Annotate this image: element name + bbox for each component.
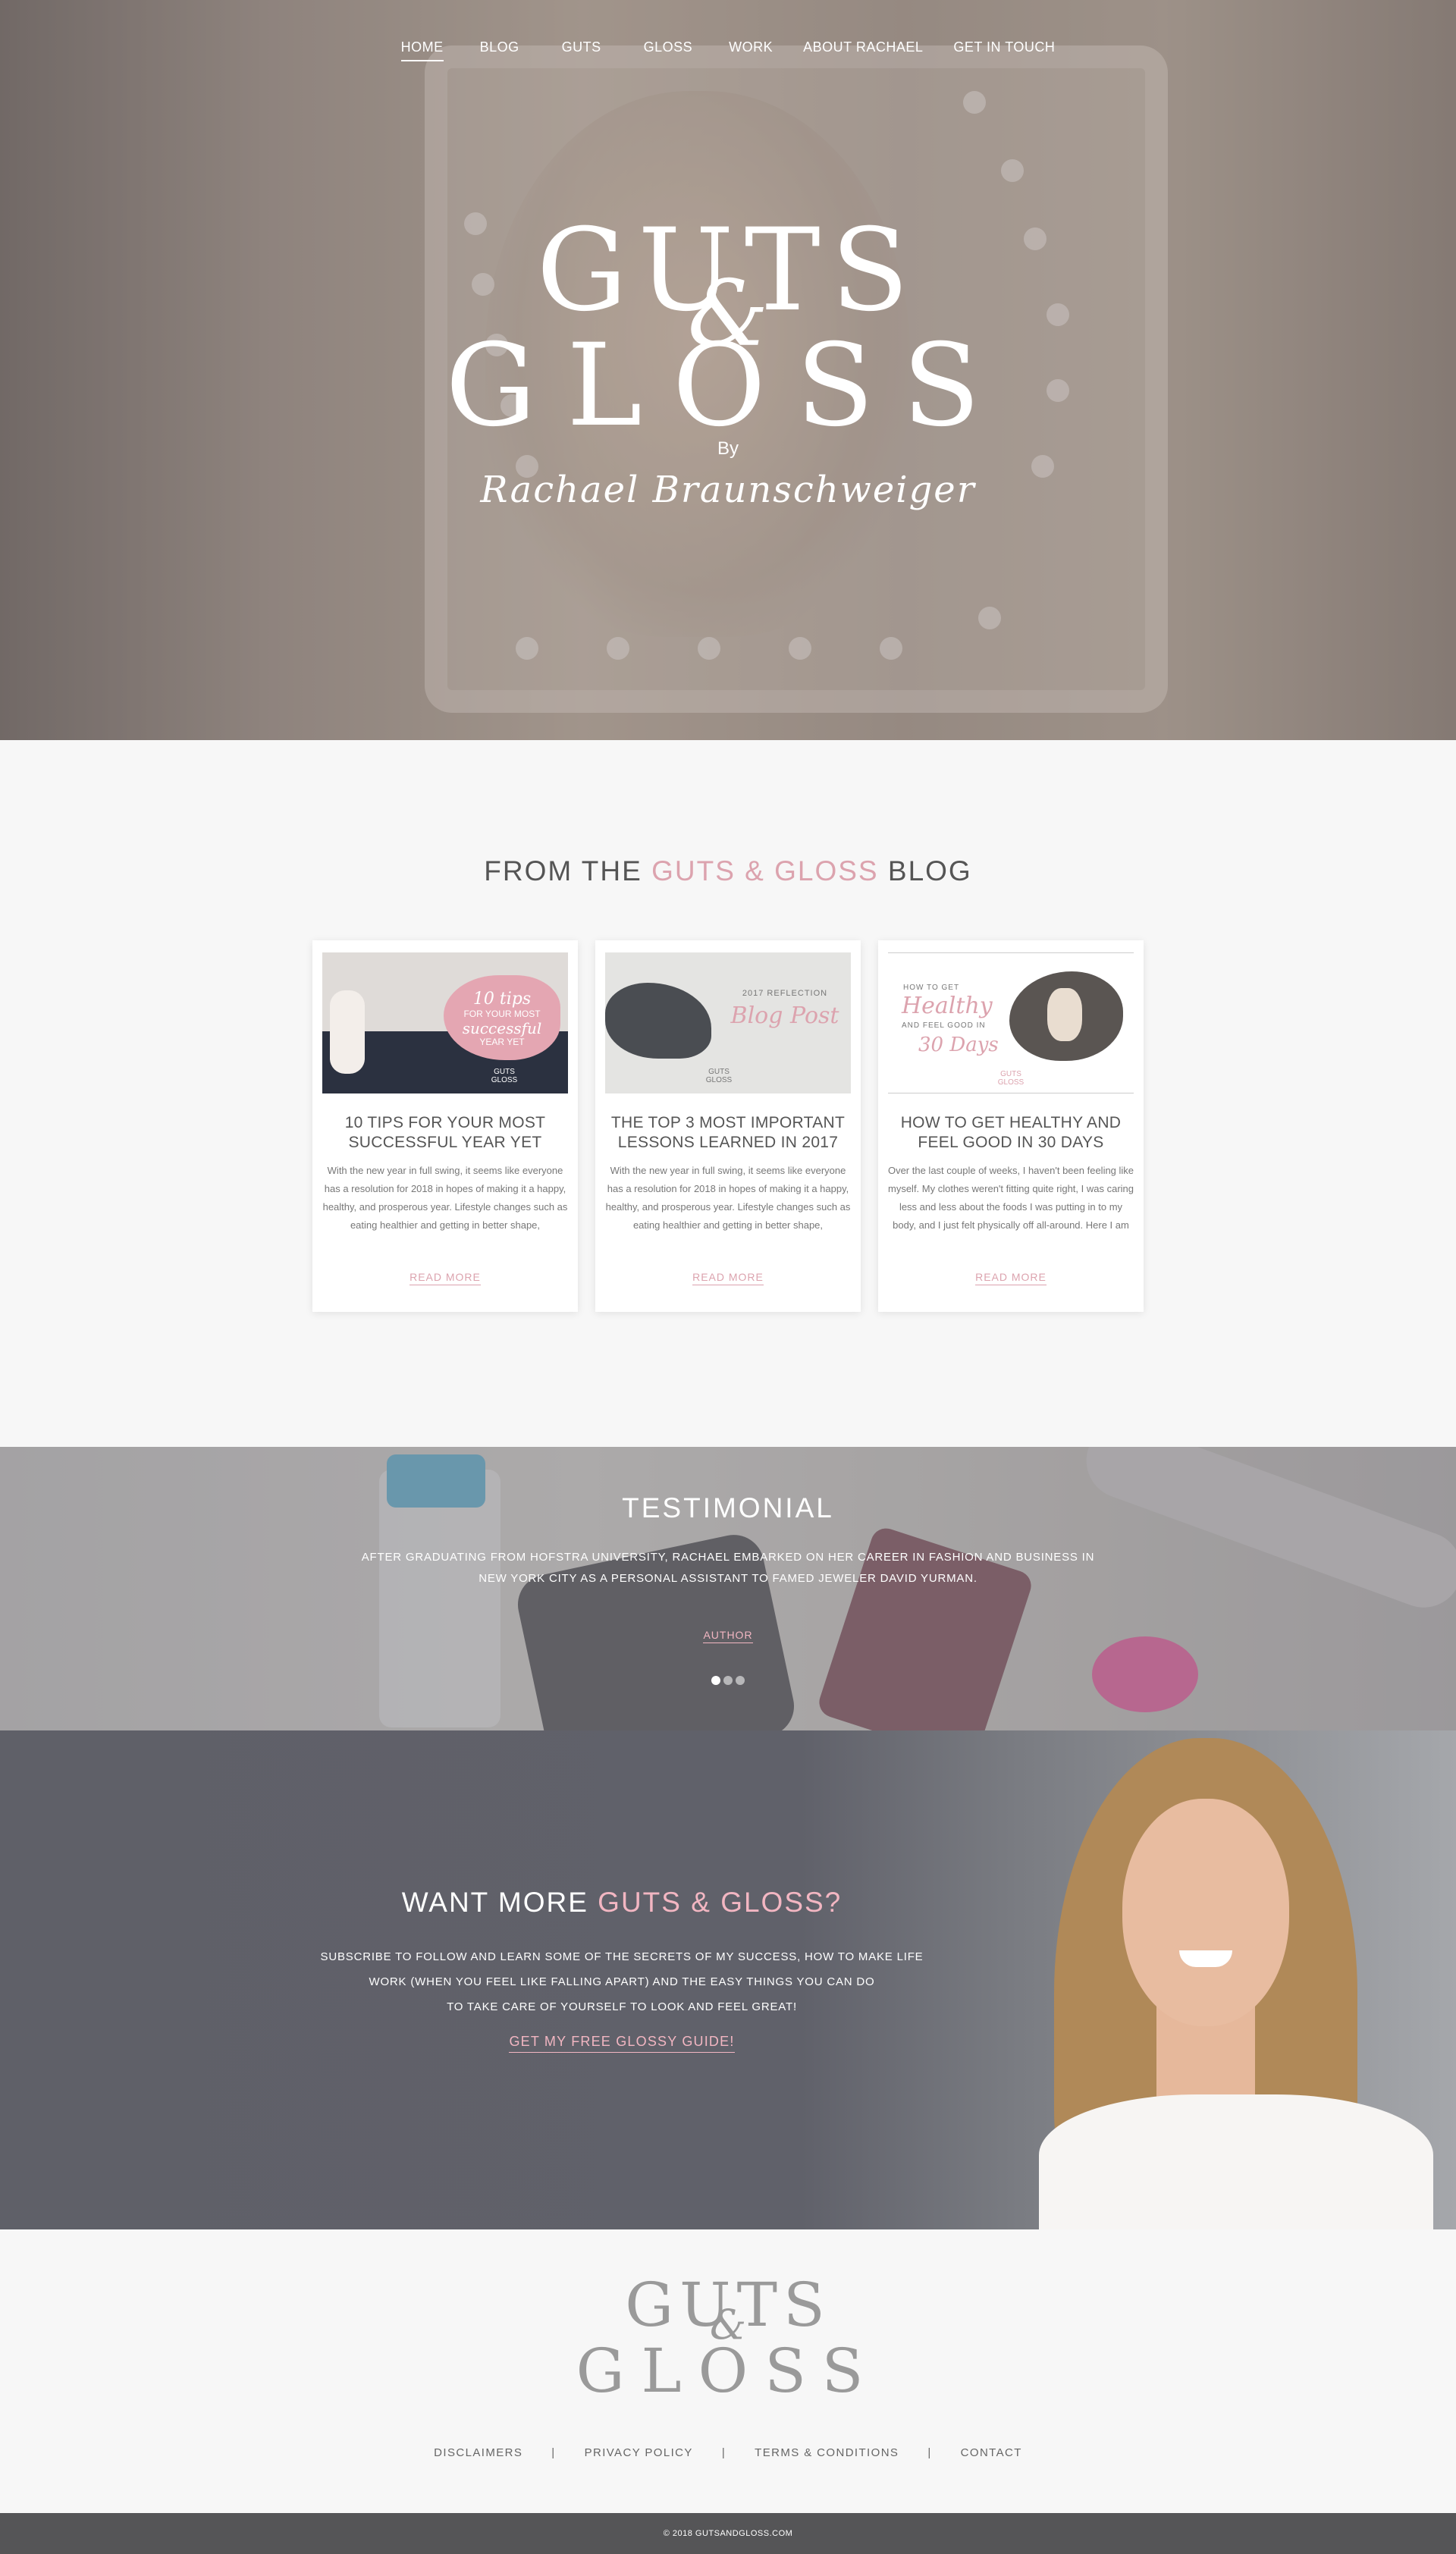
thumb-mini-logo-gloss: GLOSS <box>705 1076 733 1084</box>
blog-card-title[interactable]: THE TOP 3 MOST IMPORTANT LESSONS LEARNED… <box>610 1113 846 1153</box>
portrait-smile <box>1179 1950 1232 1967</box>
blog-section-title: FROM THE GUTS & GLOSS BLOG <box>0 855 1456 887</box>
footer-logo-gloss: GLOSS <box>576 2336 880 2406</box>
hero-signature: Rachael Braunschweiger <box>480 469 976 511</box>
subscribe-title: WANT MORE GUTS & GLOSS? <box>0 1887 1244 1919</box>
thumb-script2: successful <box>462 1019 542 1037</box>
main-nav: HOME BLOG GUTS GLOSS WORK ABOUT RACHAEL … <box>0 39 1456 61</box>
footer-separator: | <box>721 2446 726 2459</box>
nav-item-about[interactable]: ABOUT RACHAEL <box>788 39 938 55</box>
free-guide-button[interactable]: GET MY FREE GLOSSY GUIDE! <box>509 2034 735 2053</box>
blog-card-thumbnail[interactable]: 10 tips FOR YOUR MOST successful YEAR YE… <box>322 952 568 1093</box>
copyright-bar: © 2018 GUTSANDGLOSS.COM <box>0 2513 1456 2554</box>
pagination-dot[interactable] <box>723 1676 733 1685</box>
hero-by: By <box>717 438 739 459</box>
thumb-brushstroke-photo <box>605 983 711 1059</box>
subscribe-line1: SUBSCRIBE TO FOLLOW AND LEARN SOME OF TH… <box>320 1950 924 1963</box>
footer-link-privacy-policy[interactable]: PRIVACY POLICY <box>585 2446 693 2459</box>
thumb-script2: 30 Days <box>918 1034 999 1056</box>
nav-item-work[interactable]: WORK <box>714 39 788 55</box>
thumb-photo <box>1009 971 1123 1061</box>
thumb-mini-logo-gloss: GLOSS <box>997 1078 1025 1087</box>
thumb-text: 10 tips FOR YOUR MOST successful YEAR YE… <box>444 990 560 1048</box>
pagination-dot[interactable] <box>736 1676 745 1685</box>
nav-item-home[interactable]: HOME <box>386 39 459 61</box>
subscribe-description: SUBSCRIBE TO FOLLOW AND LEARN SOME OF TH… <box>318 1944 925 2019</box>
footer-links: DISCLAIMERS | PRIVACY POLICY | TERMS & C… <box>0 2446 1456 2459</box>
thumb-line2: YEAR YET <box>479 1037 525 1047</box>
subscribe-title-prefix: WANT MORE <box>401 1887 598 1918</box>
blog-card-excerpt: With the new year in full swing, it seem… <box>605 1165 851 1231</box>
blog-card[interactable]: HOW TO GET Healthy AND FEEL GOOD IN 30 D… <box>878 940 1144 1312</box>
hero-section: HOME BLOG GUTS GLOSS WORK ABOUT RACHAEL … <box>0 0 1456 740</box>
thumb-line1: FOR YOUR MOST <box>463 1009 541 1019</box>
subscribe-title-highlight: GUTS & GLOSS? <box>598 1887 843 1918</box>
thumb-line2: AND FEEL GOOD IN <box>902 1021 986 1030</box>
blog-card-title[interactable]: HOW TO GET HEALTHY AND FEEL GOOD IN 30 D… <box>893 1113 1128 1153</box>
thumb-woman <box>330 990 365 1074</box>
thumb-mini-logo: GUTS GLOSS <box>474 1068 535 1084</box>
thumb-mini-logo-guts: GUTS <box>494 1068 515 1076</box>
footer-separator: | <box>551 2446 556 2459</box>
nav-item-get-in-touch[interactable]: GET IN TOUCH <box>938 39 1070 55</box>
nav-item-guts[interactable]: GUTS <box>541 39 623 55</box>
footer-link-disclaimers[interactable]: DISCLAIMERS <box>434 2446 522 2459</box>
footer-separator: | <box>927 2446 932 2459</box>
subscribe-line3: TO TAKE CARE OF YOURSELF TO LOOK AND FEE… <box>447 2000 797 2013</box>
thumb-mini-logo-gloss: GLOSS <box>491 1076 518 1084</box>
blog-card-thumbnail[interactable]: 2017 REFLECTION Blog Post GUTS GLOSS <box>605 952 851 1093</box>
blog-card-thumbnail[interactable]: HOW TO GET Healthy AND FEEL GOOD IN 30 D… <box>888 952 1134 1093</box>
read-more-link[interactable]: READ MORE <box>692 1271 764 1285</box>
thumb-caption: 2017 REFLECTION <box>742 989 828 998</box>
subscribe-section: WANT MORE GUTS & GLOSS? SUBSCRIBE TO FOL… <box>0 1730 1456 2229</box>
thumb-script: 10 tips <box>472 990 532 1009</box>
thumb-script: Healthy <box>902 993 993 1019</box>
testimonial-author: AUTHOR <box>703 1629 753 1643</box>
thumb-mini-logo: GUTS GLOSS <box>981 1070 1041 1087</box>
thumb-mini-logo: GUTS GLOSS <box>689 1068 749 1084</box>
blog-title-prefix: FROM THE <box>484 855 652 886</box>
blog-title-suffix: BLOG <box>878 855 972 886</box>
thumb-mini-logo-guts: GUTS <box>708 1068 730 1076</box>
blog-card-excerpt: With the new year in full swing, it seem… <box>322 1165 568 1231</box>
testimonial-title: TESTIMONIAL <box>622 1492 834 1523</box>
testimonial-pagination <box>0 1676 1456 1685</box>
subscribe-line2: WORK (WHEN YOU FEEL LIKE FALLING APART) … <box>369 1975 875 1988</box>
blog-card[interactable]: 2017 REFLECTION Blog Post GUTS GLOSS THE… <box>595 940 861 1312</box>
footer-link-terms[interactable]: TERMS & CONDITIONS <box>755 2446 899 2459</box>
nav-item-gloss[interactable]: GLOSS <box>623 39 714 55</box>
footer: GUTS & GLOSS DISCLAIMERS | PRIVACY POLIC… <box>0 2229 1456 2513</box>
testimonial-quote: AFTER GRADUATING FROM HOFSTRA UNIVERSITY… <box>361 1551 1095 1585</box>
portrait-top <box>1039 2094 1433 2229</box>
pagination-dot[interactable] <box>711 1676 720 1685</box>
thumb-mini-logo-guts: GUTS <box>1000 1070 1021 1078</box>
read-more-link[interactable]: READ MORE <box>975 1271 1046 1285</box>
read-more-link[interactable]: READ MORE <box>410 1271 481 1285</box>
blog-card-excerpt: Over the last couple of weeks, I haven't… <box>887 1165 1134 1231</box>
thumb-line1: HOW TO GET <box>903 984 960 992</box>
hero-logo-gloss: GLOSS <box>445 320 1011 452</box>
blog-card[interactable]: 10 tips FOR YOUR MOST successful YEAR YE… <box>312 940 578 1312</box>
testimonial-section: TESTIMONIAL AFTER GRADUATING FROM HOFSTR… <box>0 1447 1456 1730</box>
blog-card-title[interactable]: 10 TIPS FOR YOUR MOST SUCCESSFUL YEAR YE… <box>328 1113 563 1153</box>
nav-item-blog[interactable]: BLOG <box>459 39 541 55</box>
thumb-script: Blog Post <box>730 1002 839 1029</box>
blog-title-highlight: GUTS & GLOSS <box>651 855 879 886</box>
footer-link-contact[interactable]: CONTACT <box>961 2446 1022 2459</box>
